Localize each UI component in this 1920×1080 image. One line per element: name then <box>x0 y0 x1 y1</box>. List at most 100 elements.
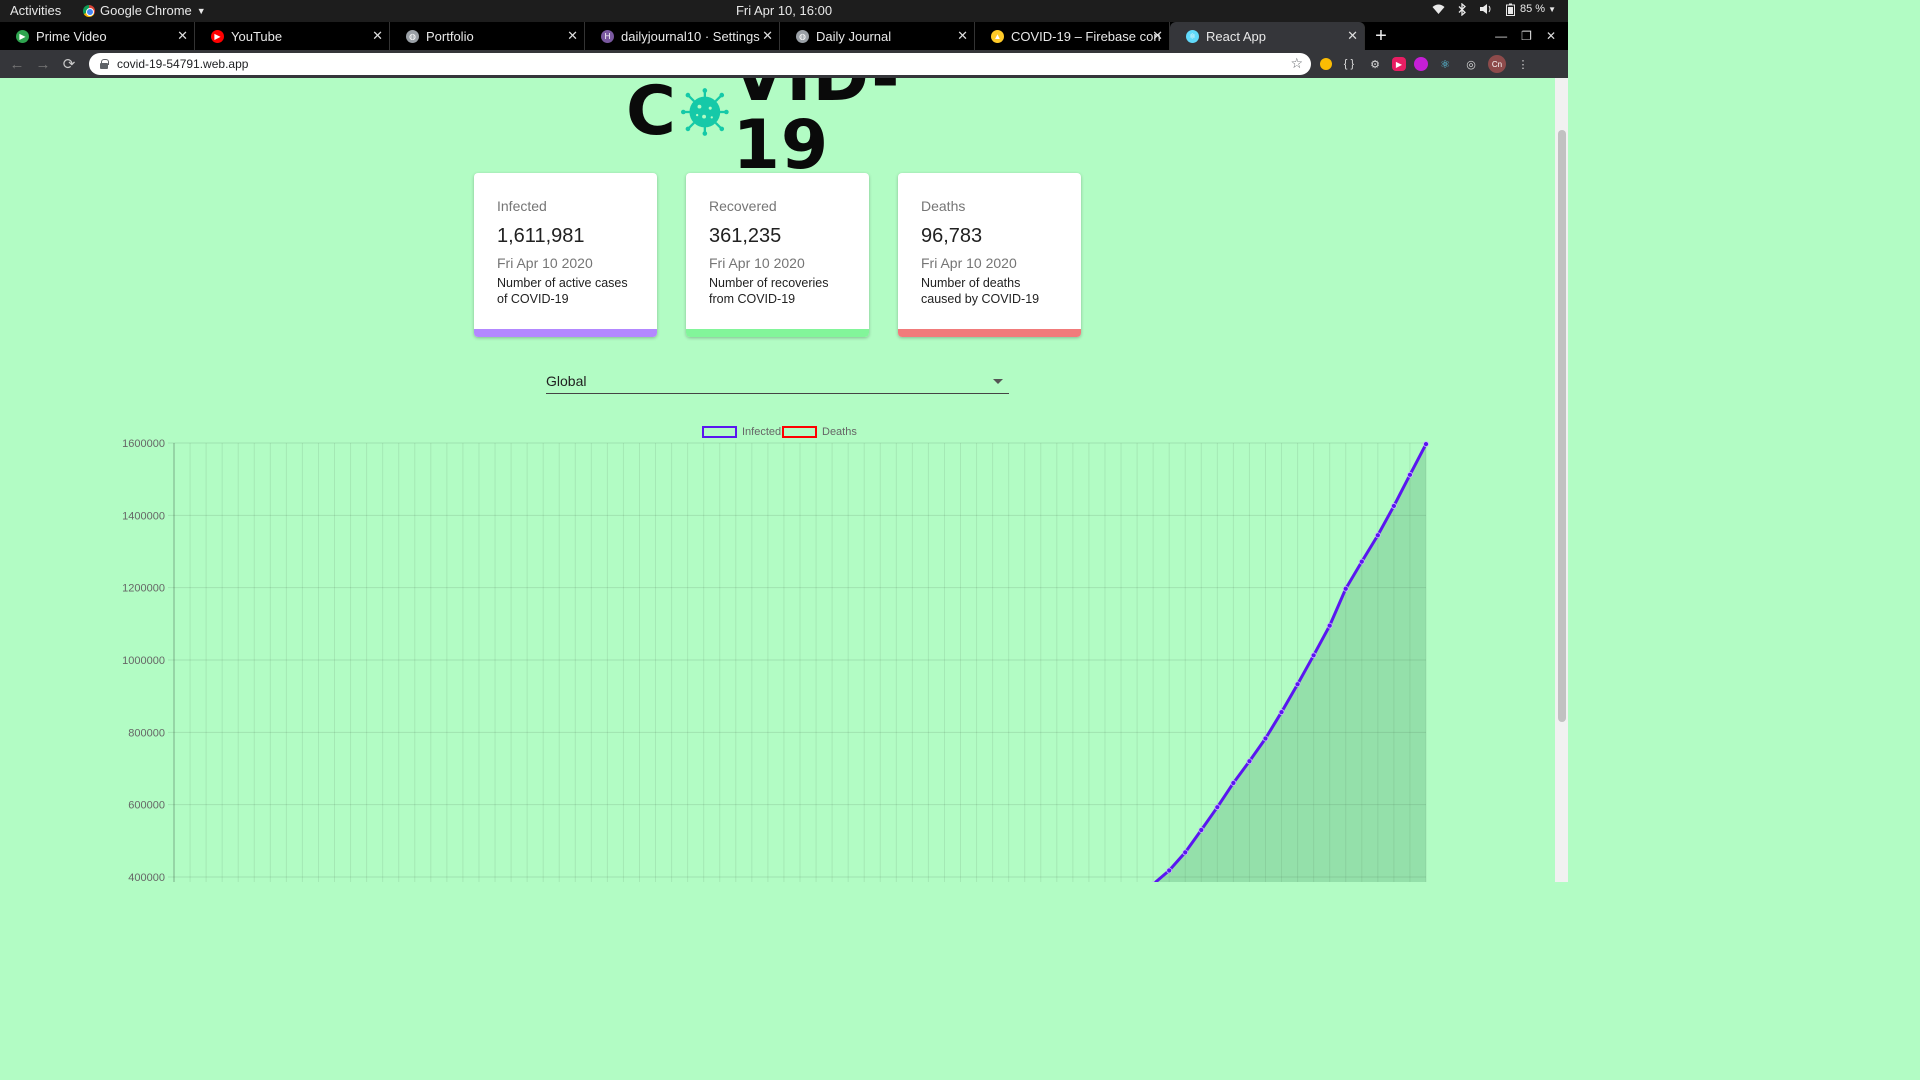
card-description: Number of active cases of COVID-19 <box>497 276 628 306</box>
card-date: Fri Apr 10 2020 <box>497 255 593 271</box>
close-tab-icon[interactable]: ✕ <box>372 28 383 44</box>
extension-icon[interactable] <box>1320 58 1332 70</box>
card-title: Recovered <box>709 198 777 214</box>
close-tab-icon[interactable]: ✕ <box>177 28 188 44</box>
new-tab-button[interactable]: + <box>1367 22 1395 50</box>
y-tick-label: 1000000 <box>122 655 165 667</box>
chevron-down-icon: ▼ <box>1548 4 1556 14</box>
tab-prime-video[interactable]: ▶ Prime Video ✕ <box>0 22 195 50</box>
battery-percent: 85 % <box>1520 3 1546 15</box>
tab-react-app[interactable]: ⚛ React App ✕ <box>1170 22 1365 50</box>
bookmark-star-icon[interactable]: ☆ <box>1290 55 1303 72</box>
globe-icon: ◍ <box>406 29 419 43</box>
url-text[interactable]: covid-19-54791.web.app <box>117 57 248 71</box>
data-point <box>1166 867 1173 874</box>
data-point <box>1374 532 1381 539</box>
system-tray[interactable]: 85 % ▼ <box>1431 2 1556 16</box>
restore-icon[interactable]: ❐ <box>1521 29 1532 43</box>
data-point <box>1198 827 1205 833</box>
data-point <box>1310 652 1317 659</box>
recovered-card: Recovered 361,235 Fri Apr 10 2020 Number… <box>686 173 869 337</box>
data-point <box>1246 758 1253 765</box>
chevron-down-icon: ▼ <box>196 5 206 16</box>
tab-title: COVID-19 – Firebase cons <box>1011 28 1161 44</box>
card-accent-bar <box>898 329 1081 337</box>
close-tab-icon[interactable]: ✕ <box>1152 28 1163 44</box>
close-icon[interactable]: ✕ <box>1546 29 1556 43</box>
tab-strip: ▶ Prime Video ✕ ▶ YouTube ✕ ◍ Portfolio ✕ Hdailyj… <box>0 22 1568 50</box>
card-value: 96,783 <box>921 225 983 247</box>
logo-text-left: C <box>626 78 677 151</box>
country-select[interactable]: Global <box>546 366 1009 394</box>
deaths-card: Deaths 96,783 Fri Apr 10 2020 Number of … <box>898 173 1081 337</box>
app-menu-label: Google Chrome <box>100 3 192 18</box>
extension-icon[interactable] <box>1414 57 1428 71</box>
tab-dailyjournal10-settings[interactable]: Hdailyjournal10 · Settings ✕ <box>585 22 780 50</box>
data-point <box>1326 622 1333 629</box>
wifi-icon <box>1431 2 1445 16</box>
data-point <box>1262 735 1269 742</box>
tab-title: Daily Journal <box>816 28 892 44</box>
data-point <box>1294 681 1301 688</box>
data-point <box>1182 849 1189 856</box>
tab-youtube[interactable]: ▶ YouTube ✕ <box>195 22 390 50</box>
reload-icon[interactable]: ⟳ <box>60 55 78 73</box>
dropdown-caret-icon <box>993 379 1003 384</box>
series-area-infected <box>1155 444 1426 882</box>
tab-daily-journal[interactable]: ◍ Daily Journal ✕ <box>780 22 975 50</box>
card-title: Deaths <box>921 198 966 214</box>
react-devtools-icon[interactable]: ⚛ <box>1436 55 1454 73</box>
y-tick-label: 1400000 <box>122 510 165 522</box>
tab-title: Portfolio <box>426 28 474 44</box>
data-point <box>1407 471 1413 478</box>
back-arrow-icon[interactable]: ← <box>8 55 26 73</box>
app-menu[interactable]: Google Chrome ▼ <box>83 3 206 18</box>
covid-logo: C VID-19 <box>626 78 936 180</box>
close-tab-icon[interactable]: ✕ <box>957 28 968 44</box>
firebase-icon: ▲ <box>991 29 1004 43</box>
address-bar[interactable]: covid-19-54791.web.app ☆ <box>89 53 1311 75</box>
extension-icon[interactable]: ▶ <box>1392 57 1406 71</box>
heroku-icon: H <box>601 29 614 43</box>
close-tab-icon[interactable]: ✕ <box>762 28 773 44</box>
forward-arrow-icon[interactable]: → <box>34 55 52 73</box>
tab-title: YouTube <box>231 28 283 44</box>
chrome-icon <box>83 4 95 17</box>
activities-button[interactable]: Activities <box>10 3 61 18</box>
tab-covid-19-firebase-cons[interactable]: ▲ COVID-19 – Firebase cons ✕ <box>975 22 1170 50</box>
minimize-icon[interactable]: — <box>1495 29 1507 43</box>
close-tab-icon[interactable]: ✕ <box>567 28 578 44</box>
prime-video-icon: ▶ <box>16 29 29 43</box>
cases-chart: Infected Deaths 1600000 1400000 1200000 100… <box>0 418 1555 882</box>
lock-icon[interactable] <box>99 59 109 69</box>
react-icon: ⚛ <box>1186 29 1199 43</box>
bluetooth-icon <box>1455 2 1469 16</box>
target-icon[interactable]: ◎ <box>1462 55 1480 73</box>
virus-icon <box>680 88 729 136</box>
battery-icon <box>1503 2 1517 16</box>
card-accent-bar <box>474 329 657 337</box>
youtube-icon: ▶ <box>211 29 224 43</box>
kebab-menu-icon[interactable]: ⋮ <box>1514 55 1532 73</box>
tab-portfolio[interactable]: ◍ Portfolio ✕ <box>390 22 585 50</box>
system-clock[interactable]: Fri Apr 10, 16:00 <box>736 3 832 18</box>
y-tick-label: 400000 <box>128 872 165 882</box>
data-point <box>1278 709 1285 715</box>
close-tab-icon[interactable]: ✕ <box>1347 28 1358 44</box>
gear-icon[interactable]: ⚙ <box>1366 55 1384 73</box>
scrollbar-thumb[interactable] <box>1558 130 1566 722</box>
data-point <box>1214 804 1221 811</box>
page-scrollbar[interactable] <box>1555 78 1568 882</box>
card-accent-bar <box>686 329 869 337</box>
tab-title: React App <box>1206 28 1266 44</box>
code-brackets-icon[interactable]: { } <box>1340 55 1358 73</box>
y-tick-label: 800000 <box>128 727 165 739</box>
browser-toolbar: ← → ⟳ covid-19-54791.web.app ☆ { } ⚙ ▶ ⚛… <box>0 50 1568 78</box>
y-tick-label: 600000 <box>128 800 165 812</box>
tab-title: dailyjournal10 · Settings <box>621 28 760 44</box>
profile-avatar[interactable]: Cn <box>1488 55 1506 73</box>
globe-icon: ◍ <box>796 29 809 43</box>
data-point <box>1390 503 1397 509</box>
window-controls: — ❐ ✕ <box>1495 22 1568 50</box>
volume-icon <box>1479 2 1493 16</box>
